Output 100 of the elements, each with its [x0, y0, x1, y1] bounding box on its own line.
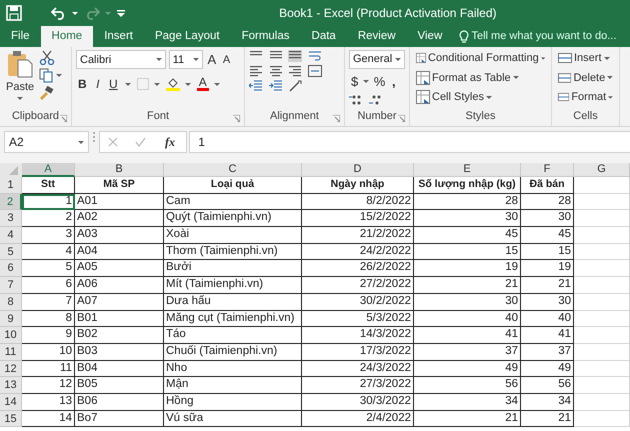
table-cell[interactable]: Ngày nhập: [302, 177, 414, 194]
ribbon-tab[interactable]: Insert: [93, 26, 144, 47]
column-header[interactable]: F: [521, 163, 574, 177]
empty-cell[interactable]: [574, 227, 630, 244]
table-cell[interactable]: 34: [521, 394, 574, 411]
column-header[interactable]: E: [414, 163, 521, 177]
caret-icon[interactable]: [156, 58, 162, 62]
table-cell[interactable]: Nho: [164, 360, 302, 378]
table-cell[interactable]: A02: [75, 210, 164, 228]
table-cell[interactable]: 7: [22, 294, 75, 310]
formula-input[interactable]: 1: [189, 131, 630, 153]
table-cell[interactable]: A04: [75, 244, 164, 260]
paste-button[interactable]: Paste: [4, 50, 36, 100]
caret-icon[interactable]: [185, 82, 192, 86]
table-cell[interactable]: 49: [414, 360, 521, 378]
row-header[interactable]: 3: [0, 210, 22, 228]
caret-icon[interactable]: [72, 12, 78, 14]
table-cell[interactable]: 21: [414, 410, 521, 428]
table-cell[interactable]: 12: [22, 377, 75, 394]
table-cell[interactable]: A06: [75, 277, 164, 294]
fill-color-icon[interactable]: [166, 77, 180, 91]
orientation-icon[interactable]: [288, 80, 302, 92]
percent-button[interactable]: %: [372, 72, 388, 92]
decrease-indent-icon[interactable]: [249, 80, 263, 92]
table-cell[interactable]: 5: [22, 260, 75, 278]
row-header[interactable]: 13: [0, 377, 22, 394]
format-painter-icon[interactable]: [38, 86, 54, 100]
table-cell[interactable]: 30: [521, 210, 574, 228]
tell-me-field[interactable]: Tell me what you want to do...: [458, 26, 616, 47]
dialog-launcher-icon[interactable]: [60, 115, 67, 122]
table-cell[interactable]: Mã SP: [75, 177, 164, 194]
row-header[interactable]: 10: [0, 327, 22, 344]
table-cell[interactable]: 45: [414, 227, 521, 244]
empty-cell[interactable]: [574, 344, 630, 361]
table-cell[interactable]: 8: [22, 310, 75, 328]
table-cell[interactable]: Stt: [22, 177, 75, 194]
font-size-dropdown[interactable]: 11: [168, 50, 203, 70]
table-cell[interactable]: 40: [521, 310, 574, 328]
table-cell[interactable]: Vú sữa: [164, 410, 302, 428]
table-cell[interactable]: Bưởi: [164, 260, 302, 278]
row-header[interactable]: 6: [0, 260, 22, 278]
ribbon-tab[interactable]: File: [0, 26, 41, 47]
bold-button[interactable]: B: [76, 75, 89, 93]
ribbon-button[interactable]: Cell Styles: [414, 89, 547, 106]
table-cell[interactable]: Xoài: [164, 227, 302, 244]
column-header[interactable]: C: [164, 163, 302, 177]
table-cell[interactable]: 26/2/2022: [302, 260, 414, 278]
empty-cell[interactable]: [574, 277, 630, 294]
caret-icon[interactable]: [362, 80, 369, 83]
table-cell[interactable]: 30/3/2022: [302, 394, 414, 411]
empty-cell[interactable]: [574, 194, 630, 210]
table-cell[interactable]: Loại quả: [164, 177, 302, 194]
shrink-font-button[interactable]: A: [220, 52, 232, 68]
ribbon-tab[interactable]: Data: [300, 26, 347, 47]
table-cell[interactable]: B03: [75, 344, 164, 361]
table-cell[interactable]: 2: [22, 210, 75, 228]
font-color-button[interactable]: A: [196, 77, 209, 91]
empty-cell[interactable]: [574, 260, 630, 278]
dialog-launcher-icon[interactable]: [398, 115, 405, 122]
align-center-icon[interactable]: [268, 64, 282, 77]
table-cell[interactable]: 27/3/2022: [302, 377, 414, 394]
ribbon-button[interactable]: Delete: [556, 70, 615, 86]
row-header[interactable]: 7: [0, 277, 22, 294]
column-header[interactable]: B: [75, 163, 164, 177]
ribbon-tab[interactable]: Formulas: [230, 26, 301, 47]
table-cell[interactable]: 41: [414, 327, 521, 344]
ribbon-button[interactable]: Format as Table: [414, 70, 547, 86]
row-header[interactable]: 12: [0, 360, 22, 378]
table-cell[interactable]: 14/3/2022: [302, 327, 414, 344]
number-format-dropdown[interactable]: General: [349, 50, 405, 69]
table-cell[interactable]: 1: [22, 194, 75, 210]
merge-icon[interactable]: [308, 64, 322, 77]
comma-style-button[interactable]: ,: [390, 72, 398, 92]
wrap-text-icon[interactable]: [308, 50, 322, 62]
table-cell[interactable]: Thơm (Taimienphi.vn): [164, 244, 302, 260]
table-cell[interactable]: Quýt (Taimienphi.vn): [164, 210, 302, 228]
table-cell[interactable]: 19: [414, 260, 521, 278]
table-cell[interactable]: Số lượng nhập (kg): [414, 177, 521, 194]
empty-cell[interactable]: [574, 360, 630, 378]
decrease-decimal-icon[interactable]: [368, 94, 382, 106]
row-header[interactable]: 15: [0, 410, 22, 428]
table-cell[interactable]: 19: [521, 260, 574, 278]
empty-cell[interactable]: [574, 327, 630, 344]
table-cell[interactable]: A07: [75, 294, 164, 310]
table-cell[interactable]: 41: [521, 327, 574, 344]
font-name-dropdown[interactable]: Calibri: [76, 50, 166, 70]
ribbon-tab[interactable]: Home: [40, 26, 94, 47]
copy-icon[interactable]: [38, 68, 53, 83]
empty-cell[interactable]: [574, 294, 630, 310]
table-cell[interactable]: Chuối (Taimienphi.vn): [164, 344, 302, 361]
table-cell[interactable]: 27/2/2022: [302, 277, 414, 294]
table-cell[interactable]: 28: [414, 194, 521, 210]
table-cell[interactable]: Cam: [164, 194, 302, 210]
table-cell[interactable]: 45: [521, 227, 574, 244]
table-cell[interactable]: 21: [521, 277, 574, 294]
underline-button[interactable]: U: [107, 75, 120, 93]
currency-button[interactable]: $: [349, 72, 360, 92]
ribbon-tab[interactable]: Page Layout: [144, 26, 231, 47]
grow-font-button[interactable]: A: [206, 50, 218, 70]
empty-cell[interactable]: [574, 394, 630, 411]
